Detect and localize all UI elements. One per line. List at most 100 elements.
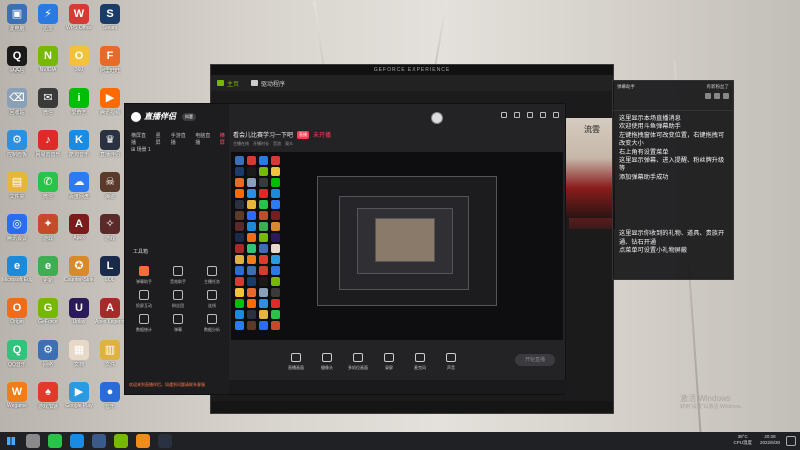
- avatar[interactable]: [431, 112, 443, 124]
- desktop-icon[interactable]: ▶ 腾讯视频: [95, 86, 125, 126]
- desktop-icon[interactable]: S Steam: [95, 2, 125, 42]
- tool-item[interactable]: 投屏互动: [131, 290, 157, 312]
- desktop-icon[interactable]: K 酷狗音乐: [64, 128, 94, 168]
- desktop-icon[interactable]: G GeForce: [33, 296, 63, 336]
- desktop-icon[interactable]: i 爱奇艺: [64, 86, 94, 126]
- desktop-icon[interactable]: O 360: [64, 44, 94, 84]
- tab-home[interactable]: 主页: [217, 79, 239, 88]
- close-icon[interactable]: [723, 93, 729, 99]
- tool-item[interactable]: 弹幕助手: [131, 266, 157, 288]
- desktop-icon[interactable]: ▥ 文件: [95, 338, 125, 378]
- desktop-icon[interactable]: W Wegame: [2, 380, 32, 420]
- danmaku-overlay[interactable]: 弹幕助手 有新粉丝了 这里显示本场直播消息 欢迎使用斗鱼弹幕助手 左键拖拽窗体可改变位…: [612, 80, 734, 280]
- tool-item[interactable]: 弹幕: [165, 314, 191, 336]
- taskbar-app-icon[interactable]: [48, 434, 62, 448]
- desktop-icon[interactable]: ▶ Google Play: [64, 380, 94, 420]
- desktop-icon[interactable]: ♛ 直播伴侣: [95, 128, 125, 168]
- mode-tab[interactable]: 横屏直播: [131, 132, 150, 146]
- clock[interactable]: 20:28 2022/6/30: [760, 434, 780, 446]
- tool-item[interactable]: 主播任务: [199, 266, 225, 288]
- stream-title[interactable]: 看会儿比赛学习一下吧: [233, 130, 293, 139]
- settings-icon[interactable]: [705, 93, 711, 99]
- source-button[interactable]: 录屏: [378, 353, 400, 371]
- desktop-icon[interactable]: eMicrosoft Edge: [2, 254, 32, 294]
- mode-tab[interactable]: 电脑直播: [195, 132, 214, 146]
- pin-icon[interactable]: [714, 93, 720, 99]
- app-icon: ✆: [38, 172, 58, 192]
- desktop-icon[interactable]: A Apex Legends: [95, 296, 125, 336]
- desktop-icon[interactable]: ♪ 网易云音乐: [33, 128, 63, 168]
- desktop-icon[interactable]: ▤ 文件夹: [2, 170, 32, 210]
- mode-tab[interactable]: 横屏: [220, 132, 229, 146]
- desktop-icon[interactable]: ▦ 文档: [64, 338, 94, 378]
- taskbar-app-icon[interactable]: [114, 434, 128, 448]
- desktop-icon-label: 阿里旺旺: [99, 68, 120, 74]
- desktop-icon[interactable]: L LOL: [95, 254, 125, 294]
- source-button[interactable]: 摄像头: [316, 353, 338, 371]
- desktop-icon[interactable]: ◎ 腾讯会议: [2, 212, 32, 252]
- notice-bar[interactable]: 欢迎来到直播伴侣，如遇到问题请联系客服: [129, 382, 205, 388]
- tool-item[interactable]: 数据分析: [199, 314, 225, 336]
- desktop-icon[interactable]: ▣ 此电脑: [2, 2, 32, 42]
- desktop-icon[interactable]: Q QQ音乐: [2, 338, 32, 378]
- tool-item[interactable]: 数据统计: [131, 314, 157, 336]
- desktop-icon[interactable]: N NVIDIA: [33, 44, 63, 84]
- taskbar-app-icon[interactable]: [92, 434, 106, 448]
- stream-tag[interactable]: 直播: [297, 130, 310, 139]
- desktop-icon[interactable]: ⚙ 网络: [33, 338, 63, 378]
- platform-badge[interactable]: 抖音: [182, 112, 196, 121]
- preview-icon: [271, 299, 280, 308]
- desktop-icon[interactable]: ✉ 微信: [33, 86, 63, 126]
- close-icon[interactable]: [553, 112, 559, 118]
- desktop-icon[interactable]: ✧ 游戏: [95, 212, 125, 252]
- tool-item[interactable]: 粉丝团: [165, 290, 191, 312]
- desktop-icon[interactable]: U Uplay: [64, 296, 94, 336]
- tool-item[interactable]: 音效助手: [165, 266, 191, 288]
- stream-preview[interactable]: [231, 152, 563, 340]
- desktop-icon[interactable]: ♠ 游戏加速: [33, 380, 63, 420]
- desktop-icon[interactable]: ⌫ 回收站: [2, 86, 32, 126]
- taskbar-app-icon[interactable]: [70, 434, 84, 448]
- desktop-icon[interactable]: ● 音乐: [95, 380, 125, 420]
- desktop-icon[interactable]: ☁ 百度网盘: [64, 170, 94, 210]
- scene-item[interactable]: ⊞ 场景 1: [131, 146, 151, 153]
- mode-tab[interactable]: 手游直播: [171, 132, 190, 146]
- gift-line: 这里显示你收到的礼物、道具、贵族开通、钻石开通: [619, 230, 725, 246]
- start-button[interactable]: [0, 432, 22, 450]
- streamer-window[interactable]: 直播伴侣 抖音 横屏直播 竖屏 手游直播 电脑直播 横屏 ⊞ 场景 1 工具箱 弹幕助手 音…: [124, 103, 567, 395]
- mode-tab[interactable]: 竖屏: [156, 132, 165, 146]
- desktop-icon[interactable]: A Apex: [64, 212, 94, 252]
- desktop-icon[interactable]: ⚡ 迅雷: [33, 2, 63, 42]
- desktop-icon[interactable]: ⚙ 控制面板: [2, 128, 32, 168]
- preview-icon: [271, 189, 280, 198]
- source-button[interactable]: 直播画面: [285, 353, 307, 371]
- message-icon[interactable]: [514, 112, 520, 118]
- taskbar-app-icon[interactable]: [158, 434, 172, 448]
- maximize-icon[interactable]: [540, 112, 546, 118]
- desktop-icon[interactable]: ☠ 海盗: [95, 170, 125, 210]
- tab-drivers[interactable]: 驱动程序: [251, 79, 285, 88]
- source-button[interactable]: 麦克风: [409, 353, 431, 371]
- tool-label: 投屏互动: [136, 303, 152, 308]
- danmaku-line: 欢迎使用斗鱼弹幕助手: [619, 123, 681, 131]
- cpu-temp[interactable]: 38°C CPU温度: [733, 434, 752, 446]
- desktop-icon[interactable]: F 阿里旺旺: [95, 44, 125, 84]
- taskbar-app-icon[interactable]: [26, 434, 40, 448]
- start-live-button[interactable]: 开始直播: [515, 354, 555, 366]
- desktop-icon[interactable]: O Origin: [2, 296, 32, 336]
- source-button[interactable]: 声音: [440, 353, 462, 371]
- notification-icon[interactable]: [786, 436, 796, 446]
- preview-icon: [259, 299, 268, 308]
- tool-item[interactable]: 连线: [199, 290, 225, 312]
- source-button[interactable]: 多机位画面: [347, 353, 369, 371]
- taskbar-app-icon[interactable]: [136, 434, 150, 448]
- desktop-icon[interactable]: ✪ Counter-Strike: [64, 254, 94, 294]
- desktop-icon[interactable]: Q QQ: [2, 44, 32, 84]
- settings-icon[interactable]: [501, 112, 507, 118]
- desktop-icon[interactable]: ✆ 微信: [33, 170, 63, 210]
- app-icon: Q: [7, 340, 27, 360]
- desktop-icon[interactable]: e 更新: [33, 254, 63, 294]
- desktop-icon[interactable]: ✦ 游戏: [33, 212, 63, 252]
- desktop-icon[interactable]: W WPS Office: [64, 2, 94, 42]
- minimize-icon[interactable]: [527, 112, 533, 118]
